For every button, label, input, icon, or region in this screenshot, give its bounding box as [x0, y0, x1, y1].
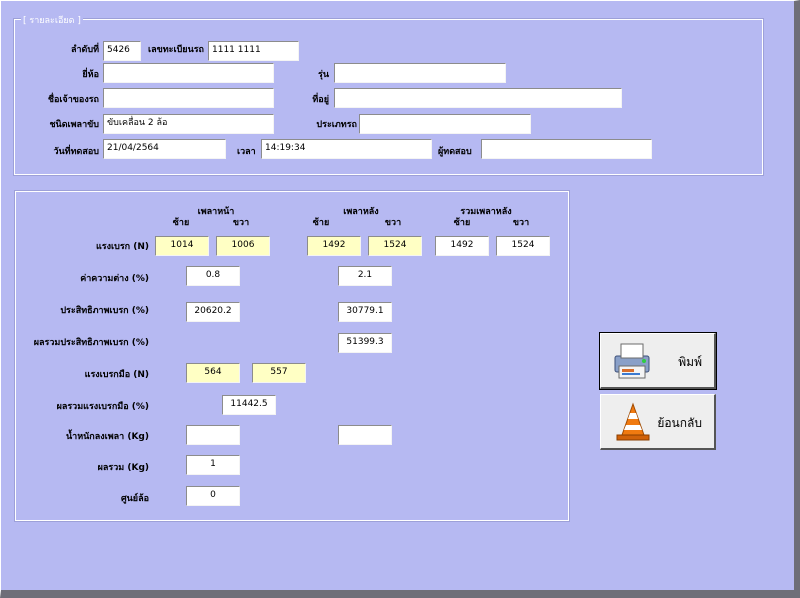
- total-right-header: ขวา: [512, 218, 530, 228]
- brake-force-rear-left[interactable]: 1492: [307, 236, 361, 256]
- sum-efficiency-field[interactable]: 51399.3: [338, 333, 392, 353]
- vehicle-type-label: ประเภทรถ: [316, 120, 357, 130]
- model-field[interactable]: [334, 63, 506, 83]
- diff-label: ค่าความต่าง (%): [80, 274, 149, 284]
- total-left-header: ซ้าย: [453, 218, 471, 228]
- handbrake-left-field[interactable]: 564: [186, 363, 240, 383]
- total-weight-field[interactable]: 1: [186, 455, 240, 475]
- back-label: ย้อนกลับ: [657, 416, 702, 430]
- diff-front-field[interactable]: 0.8: [186, 266, 240, 286]
- print-button[interactable]: พิมพ์: [599, 332, 717, 390]
- test-date-label: วันที่ทดสอบ: [53, 147, 99, 157]
- traffic-cone-icon: [611, 401, 655, 443]
- seq-field[interactable]: 5426: [103, 41, 141, 61]
- vehicle-type-field[interactable]: [359, 114, 531, 134]
- owner-field[interactable]: [103, 88, 274, 108]
- sum-efficiency-label: ผลรวมประสิทธิภาพเบรก (%): [33, 338, 149, 348]
- address-field[interactable]: [334, 88, 622, 108]
- sum-handbrake-field[interactable]: 11442.5: [222, 395, 276, 415]
- printer-icon: [611, 340, 655, 382]
- front-right-header: ขวา: [232, 218, 250, 228]
- wheel-alignment-label: ศูนย์ล้อ: [120, 494, 149, 504]
- seq-label: ลำดับที่: [70, 45, 99, 55]
- test-time-label: เวลา: [237, 147, 256, 157]
- rear-left-header: ซ้าย: [312, 218, 330, 228]
- tester-field[interactable]: [481, 139, 652, 159]
- handbrake-right-field[interactable]: 557: [252, 363, 306, 383]
- sum-handbrake-label: ผลรวมแรงเบรกมือ (%): [56, 402, 149, 412]
- drive-type-field[interactable]: ขับเคลื่อน 2 ล้อ: [103, 114, 274, 134]
- rear-right-header: ขวา: [384, 218, 402, 228]
- details-legend: [ รายละเอียด ]: [21, 13, 83, 27]
- diff-rear-field[interactable]: 2.1: [338, 266, 392, 286]
- print-label: พิมพ์: [678, 355, 702, 369]
- test-date-field[interactable]: 21/04/2564: [103, 139, 226, 159]
- brand-field[interactable]: [103, 63, 274, 83]
- total-weight-label: ผลรวม (Kg): [97, 463, 149, 473]
- efficiency-label: ประสิทธิภาพเบรก (%): [60, 306, 149, 316]
- brake-force-rear-right[interactable]: 1524: [368, 236, 422, 256]
- model-label: รุ่น: [318, 70, 329, 80]
- efficiency-front-field[interactable]: 20620.2: [186, 302, 240, 322]
- tester-label: ผู้ทดสอบ: [438, 147, 472, 157]
- front-left-header: ซ้าย: [172, 218, 190, 228]
- brake-force-front-right[interactable]: 1006: [216, 236, 270, 256]
- efficiency-rear-field[interactable]: 30779.1: [338, 302, 392, 322]
- wheel-alignment-field[interactable]: 0: [186, 486, 240, 506]
- brake-force-front-left[interactable]: 1014: [155, 236, 209, 256]
- back-button[interactable]: ย้อนกลับ: [600, 394, 716, 450]
- drive-type-label: ชนิดเพลาขับ: [49, 120, 99, 130]
- address-label: ที่อยู่: [312, 95, 329, 105]
- brake-force-label: แรงเบรก (N): [96, 242, 149, 252]
- brand-label: ยี่ห้อ: [82, 70, 99, 80]
- form-window: [ รายละเอียด ] ลำดับที่ 5426 เลขทะเบียนร…: [0, 0, 800, 598]
- axle-weight-front-field[interactable]: [186, 425, 240, 445]
- owner-label: ชื่อเจ้าของรถ: [47, 95, 99, 105]
- plate-label: เลขทะเบียนรถ: [148, 45, 205, 55]
- plate-field[interactable]: 1111 1111: [208, 41, 299, 61]
- handbrake-label: แรงเบรกมือ (N): [84, 370, 149, 380]
- brake-force-total-right[interactable]: 1524: [496, 236, 550, 256]
- test-time-field[interactable]: 14:19:34: [261, 139, 432, 159]
- axle-weight-label: น้ำหนักลงเพลา (Kg): [65, 432, 149, 442]
- brake-force-total-left[interactable]: 1492: [435, 236, 489, 256]
- axle-weight-rear-field[interactable]: [338, 425, 392, 445]
